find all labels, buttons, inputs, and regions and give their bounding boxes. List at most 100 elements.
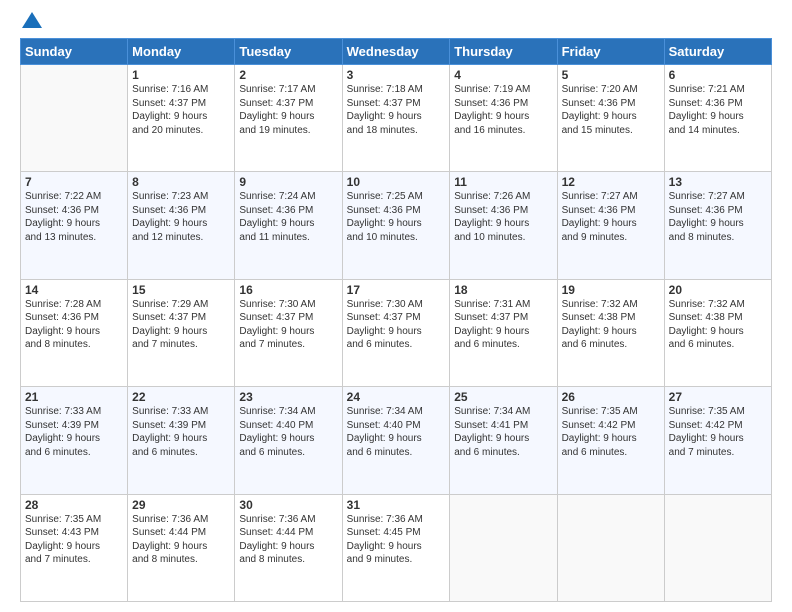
calendar-cell: 16Sunrise: 7:30 AM Sunset: 4:37 PM Dayli… xyxy=(235,279,342,386)
day-info: Sunrise: 7:20 AM Sunset: 4:36 PM Dayligh… xyxy=(562,83,660,137)
day-info: Sunrise: 7:34 AM Sunset: 4:40 PM Dayligh… xyxy=(239,405,337,459)
calendar-cell: 25Sunrise: 7:34 AM Sunset: 4:41 PM Dayli… xyxy=(450,387,557,494)
logo xyxy=(20,16,42,28)
calendar-cell: 13Sunrise: 7:27 AM Sunset: 4:36 PM Dayli… xyxy=(664,172,771,279)
day-number: 3 xyxy=(347,68,446,82)
calendar-cell xyxy=(664,494,771,601)
calendar-cell: 26Sunrise: 7:35 AM Sunset: 4:42 PM Dayli… xyxy=(557,387,664,494)
day-info: Sunrise: 7:36 AM Sunset: 4:45 PM Dayligh… xyxy=(347,513,446,567)
page-container: SundayMondayTuesdayWednesdayThursdayFrid… xyxy=(0,0,792,612)
day-number: 10 xyxy=(347,175,446,189)
day-info: Sunrise: 7:21 AM Sunset: 4:36 PM Dayligh… xyxy=(669,83,767,137)
calendar-cell: 10Sunrise: 7:25 AM Sunset: 4:36 PM Dayli… xyxy=(342,172,450,279)
day-number: 27 xyxy=(669,390,767,404)
day-number: 7 xyxy=(25,175,123,189)
day-info: Sunrise: 7:35 AM Sunset: 4:42 PM Dayligh… xyxy=(562,405,660,459)
day-number: 24 xyxy=(347,390,446,404)
day-number: 30 xyxy=(239,498,337,512)
calendar-cell xyxy=(450,494,557,601)
calendar-cell: 15Sunrise: 7:29 AM Sunset: 4:37 PM Dayli… xyxy=(128,279,235,386)
calendar-cell: 22Sunrise: 7:33 AM Sunset: 4:39 PM Dayli… xyxy=(128,387,235,494)
day-info: Sunrise: 7:35 AM Sunset: 4:42 PM Dayligh… xyxy=(669,405,767,459)
calendar-cell: 8Sunrise: 7:23 AM Sunset: 4:36 PM Daylig… xyxy=(128,172,235,279)
calendar-cell: 24Sunrise: 7:34 AM Sunset: 4:40 PM Dayli… xyxy=(342,387,450,494)
calendar-cell: 18Sunrise: 7:31 AM Sunset: 4:37 PM Dayli… xyxy=(450,279,557,386)
day-info: Sunrise: 7:30 AM Sunset: 4:37 PM Dayligh… xyxy=(239,298,337,352)
day-info: Sunrise: 7:19 AM Sunset: 4:36 PM Dayligh… xyxy=(454,83,552,137)
calendar-cell: 2Sunrise: 7:17 AM Sunset: 4:37 PM Daylig… xyxy=(235,65,342,172)
calendar-cell: 30Sunrise: 7:36 AM Sunset: 4:44 PM Dayli… xyxy=(235,494,342,601)
calendar-cell: 11Sunrise: 7:26 AM Sunset: 4:36 PM Dayli… xyxy=(450,172,557,279)
day-info: Sunrise: 7:16 AM Sunset: 4:37 PM Dayligh… xyxy=(132,83,230,137)
calendar-cell: 23Sunrise: 7:34 AM Sunset: 4:40 PM Dayli… xyxy=(235,387,342,494)
day-number: 18 xyxy=(454,283,552,297)
day-number: 20 xyxy=(669,283,767,297)
calendar-body: 1Sunrise: 7:16 AM Sunset: 4:37 PM Daylig… xyxy=(21,65,772,602)
calendar-cell: 1Sunrise: 7:16 AM Sunset: 4:37 PM Daylig… xyxy=(128,65,235,172)
col-header-thursday: Thursday xyxy=(450,39,557,65)
day-number: 13 xyxy=(669,175,767,189)
day-number: 31 xyxy=(347,498,446,512)
col-header-sunday: Sunday xyxy=(21,39,128,65)
col-header-saturday: Saturday xyxy=(664,39,771,65)
calendar-row-2: 14Sunrise: 7:28 AM Sunset: 4:36 PM Dayli… xyxy=(21,279,772,386)
calendar-cell: 27Sunrise: 7:35 AM Sunset: 4:42 PM Dayli… xyxy=(664,387,771,494)
day-info: Sunrise: 7:26 AM Sunset: 4:36 PM Dayligh… xyxy=(454,190,552,244)
day-info: Sunrise: 7:33 AM Sunset: 4:39 PM Dayligh… xyxy=(25,405,123,459)
day-number: 1 xyxy=(132,68,230,82)
calendar-cell: 28Sunrise: 7:35 AM Sunset: 4:43 PM Dayli… xyxy=(21,494,128,601)
day-info: Sunrise: 7:18 AM Sunset: 4:37 PM Dayligh… xyxy=(347,83,446,137)
logo-text xyxy=(20,16,42,28)
calendar-cell: 19Sunrise: 7:32 AM Sunset: 4:38 PM Dayli… xyxy=(557,279,664,386)
logo-triangle-icon xyxy=(22,12,42,28)
day-info: Sunrise: 7:22 AM Sunset: 4:36 PM Dayligh… xyxy=(25,190,123,244)
calendar-cell xyxy=(557,494,664,601)
calendar-cell: 4Sunrise: 7:19 AM Sunset: 4:36 PM Daylig… xyxy=(450,65,557,172)
day-number: 2 xyxy=(239,68,337,82)
col-header-wednesday: Wednesday xyxy=(342,39,450,65)
day-info: Sunrise: 7:34 AM Sunset: 4:40 PM Dayligh… xyxy=(347,405,446,459)
day-number: 21 xyxy=(25,390,123,404)
calendar-cell: 21Sunrise: 7:33 AM Sunset: 4:39 PM Dayli… xyxy=(21,387,128,494)
day-info: Sunrise: 7:34 AM Sunset: 4:41 PM Dayligh… xyxy=(454,405,552,459)
header-row: SundayMondayTuesdayWednesdayThursdayFrid… xyxy=(21,39,772,65)
day-number: 29 xyxy=(132,498,230,512)
day-number: 28 xyxy=(25,498,123,512)
day-number: 22 xyxy=(132,390,230,404)
col-header-tuesday: Tuesday xyxy=(235,39,342,65)
day-number: 26 xyxy=(562,390,660,404)
calendar-row-3: 21Sunrise: 7:33 AM Sunset: 4:39 PM Dayli… xyxy=(21,387,772,494)
day-info: Sunrise: 7:31 AM Sunset: 4:37 PM Dayligh… xyxy=(454,298,552,352)
calendar-cell: 7Sunrise: 7:22 AM Sunset: 4:36 PM Daylig… xyxy=(21,172,128,279)
calendar-cell: 3Sunrise: 7:18 AM Sunset: 4:37 PM Daylig… xyxy=(342,65,450,172)
day-number: 4 xyxy=(454,68,552,82)
day-number: 14 xyxy=(25,283,123,297)
day-info: Sunrise: 7:32 AM Sunset: 4:38 PM Dayligh… xyxy=(562,298,660,352)
day-info: Sunrise: 7:27 AM Sunset: 4:36 PM Dayligh… xyxy=(669,190,767,244)
calendar-cell: 5Sunrise: 7:20 AM Sunset: 4:36 PM Daylig… xyxy=(557,65,664,172)
calendar-cell: 29Sunrise: 7:36 AM Sunset: 4:44 PM Dayli… xyxy=(128,494,235,601)
day-number: 5 xyxy=(562,68,660,82)
day-number: 11 xyxy=(454,175,552,189)
day-number: 6 xyxy=(669,68,767,82)
calendar-row-1: 7Sunrise: 7:22 AM Sunset: 4:36 PM Daylig… xyxy=(21,172,772,279)
header xyxy=(20,16,772,28)
day-info: Sunrise: 7:23 AM Sunset: 4:36 PM Dayligh… xyxy=(132,190,230,244)
day-info: Sunrise: 7:27 AM Sunset: 4:36 PM Dayligh… xyxy=(562,190,660,244)
calendar-cell: 31Sunrise: 7:36 AM Sunset: 4:45 PM Dayli… xyxy=(342,494,450,601)
calendar-row-4: 28Sunrise: 7:35 AM Sunset: 4:43 PM Dayli… xyxy=(21,494,772,601)
day-number: 8 xyxy=(132,175,230,189)
day-number: 23 xyxy=(239,390,337,404)
day-info: Sunrise: 7:25 AM Sunset: 4:36 PM Dayligh… xyxy=(347,190,446,244)
calendar-cell: 17Sunrise: 7:30 AM Sunset: 4:37 PM Dayli… xyxy=(342,279,450,386)
calendar-cell: 14Sunrise: 7:28 AM Sunset: 4:36 PM Dayli… xyxy=(21,279,128,386)
day-number: 25 xyxy=(454,390,552,404)
calendar-cell: 12Sunrise: 7:27 AM Sunset: 4:36 PM Dayli… xyxy=(557,172,664,279)
day-number: 9 xyxy=(239,175,337,189)
day-info: Sunrise: 7:30 AM Sunset: 4:37 PM Dayligh… xyxy=(347,298,446,352)
day-number: 16 xyxy=(239,283,337,297)
day-number: 15 xyxy=(132,283,230,297)
calendar-cell xyxy=(21,65,128,172)
day-number: 19 xyxy=(562,283,660,297)
calendar-row-0: 1Sunrise: 7:16 AM Sunset: 4:37 PM Daylig… xyxy=(21,65,772,172)
